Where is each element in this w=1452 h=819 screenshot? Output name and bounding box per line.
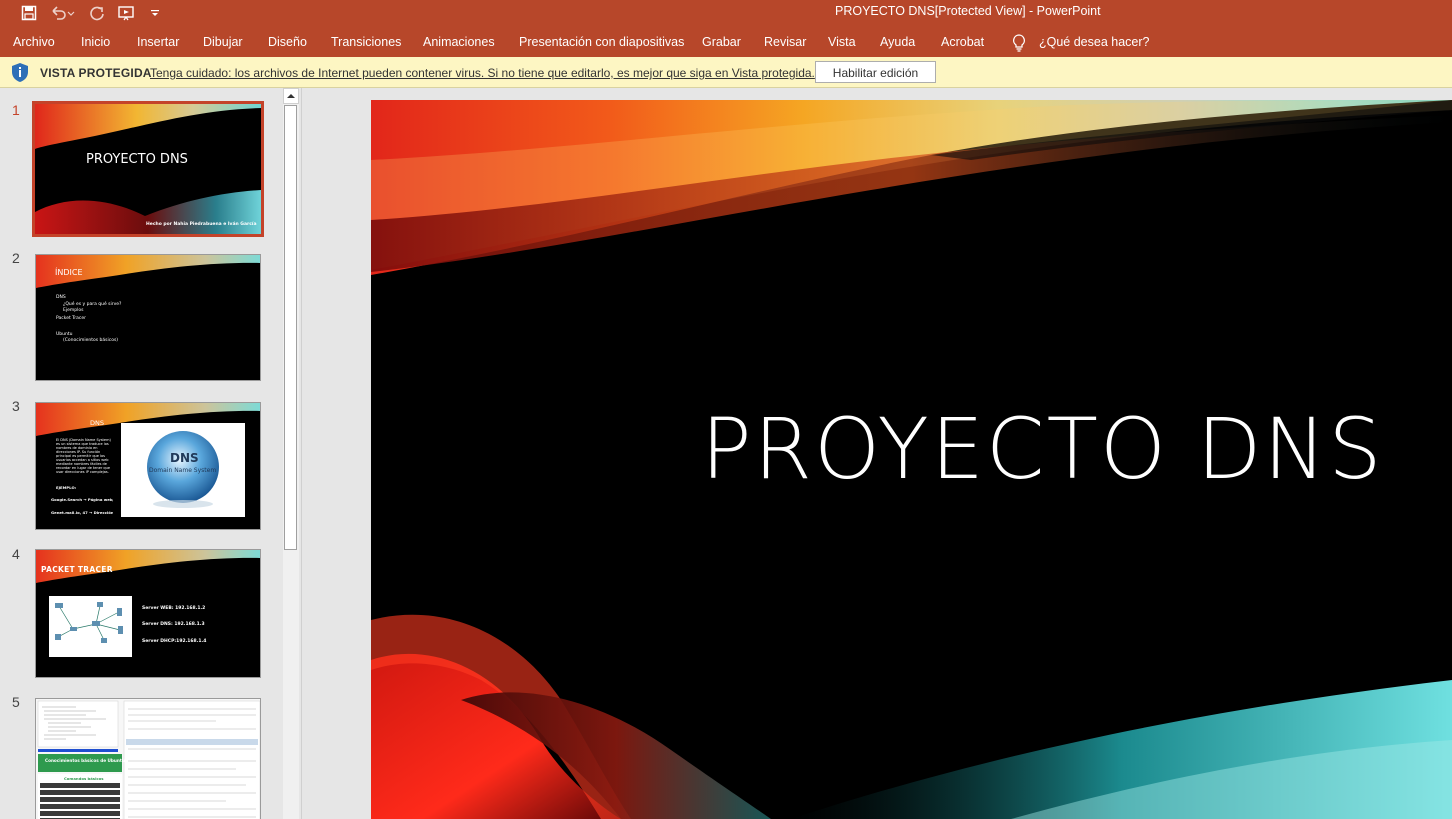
server-label: Server WEB: 192.168.1.2 (142, 606, 206, 611)
slide-thumbnail-3[interactable]: DNS El DNS (Domain Name System) es un si… (35, 402, 261, 530)
shield-icon (10, 62, 30, 83)
dns-image-subtitle: Domain Name System (149, 467, 217, 474)
slide-title: PROYECTO DNS (86, 152, 188, 167)
bullet-item: Ubuntu (56, 332, 73, 337)
slide-body-text: El DNS (Domain Name System) es un sistem… (56, 438, 111, 474)
slide-thumbnail-5[interactable]: Conocimientos básicos de Ubuntu Comandos… (35, 698, 261, 819)
server-label: Server DHCP:192.168.1.4 (142, 639, 207, 644)
slide-heading: Conocimientos básicos de Ubuntu (45, 758, 125, 763)
protected-view-title: VISTA PROTEGIDA (40, 66, 152, 80)
protected-view-message[interactable]: Tenga cuidado: los archivos de Internet … (150, 66, 815, 80)
lightbulb-icon[interactable] (1011, 32, 1027, 54)
scrollbar-thumb[interactable] (284, 105, 297, 550)
slide-example-line: Google.Search → Página web/ IP (51, 497, 113, 502)
title-bar: PROYECTO DNS[Protected View] - PowerPoin… (0, 0, 1452, 28)
bullet-item: Packet Tracer (56, 316, 86, 321)
slide-number: 4 (12, 546, 20, 562)
slide-thumbnail-1[interactable]: PROYECTO DNS Hecho por Nahia Piedrabuena… (32, 101, 264, 237)
slide-example-line: Genet.mail.io, 47 → Dirección IP (51, 510, 113, 515)
tab-insertar[interactable]: Insertar (137, 35, 179, 49)
tab-acrobat[interactable]: Acrobat (941, 35, 984, 49)
scroll-up-icon[interactable] (283, 88, 299, 104)
slide-number: 5 (12, 694, 20, 710)
protected-view-bar: VISTA PROTEGIDA Tenga cuidado: los archi… (0, 57, 1452, 88)
tab-transiciones[interactable]: Transiciones (331, 35, 401, 49)
bullet-item: Ejemplos (63, 308, 84, 313)
tab-vista[interactable]: Vista (828, 35, 856, 49)
save-icon[interactable] (18, 2, 40, 24)
dns-image-title: DNS (170, 451, 199, 465)
undo-icon[interactable] (48, 2, 76, 24)
tab-ayuda[interactable]: Ayuda (880, 35, 915, 49)
main-slide[interactable]: PROYECTO DNS (371, 100, 1452, 819)
slide-title: PACKET TRACER (41, 565, 113, 574)
customize-qat-icon[interactable] (147, 2, 163, 24)
slide-background (35, 104, 261, 234)
start-from-beginning-icon[interactable] (115, 2, 139, 24)
tab-animaciones[interactable]: Animaciones (423, 35, 495, 49)
tab-grabar[interactable]: Grabar (702, 35, 741, 49)
slide-example-label: EJEMPLO: (56, 485, 77, 490)
slide-thumbnail-2[interactable]: ÍNDICE DNS ¿Qué es y para qué sirve? Eje… (35, 254, 261, 381)
slide-title: ÍNDICE (55, 268, 83, 277)
window-title: PROYECTO DNS[Protected View] - PowerPoin… (835, 4, 1101, 18)
tab-archivo[interactable]: Archivo (13, 35, 55, 49)
slide-thumbnail-4[interactable]: PACKET TRACER Server WEB: 192.168.1.2 Se… (35, 549, 261, 678)
bullet-item: (Conocimientos básicos) (63, 338, 119, 343)
tab-dibujar[interactable]: Dibujar (203, 35, 243, 49)
enable-editing-button[interactable]: Habilitar edición (815, 61, 936, 83)
thumbnail-scrollbar[interactable] (283, 88, 299, 819)
tab-diseno[interactable]: Diseño (268, 35, 307, 49)
slide-number: 3 (12, 398, 20, 414)
tab-revisar[interactable]: Revisar (764, 35, 806, 49)
bullet-item: ¿Qué es y para qué sirve? (63, 302, 122, 307)
bullet-item: DNS (56, 295, 66, 300)
tab-inicio[interactable]: Inicio (81, 35, 110, 49)
redo-icon[interactable] (86, 2, 108, 24)
slide-title: DNS (90, 419, 104, 427)
slide-number: 2 (12, 250, 20, 266)
tell-me-search[interactable]: ¿Qué desea hacer? (1039, 35, 1150, 49)
slide-subheading: Comandos básicos (64, 776, 104, 781)
tab-presentacion[interactable]: Presentación con diapositivas (519, 35, 684, 49)
slide-number: 1 (12, 102, 20, 118)
server-label: Server DNS: 192.168.1.3 (142, 622, 205, 627)
slide-thumbnail-pane: 1 PROYECTO DNS Hecho por Nahia Piedrabue… (0, 88, 302, 819)
slide-footer: Hecho por Nahia Piedrabuena e Iván Garcí… (146, 222, 257, 227)
slide-title[interactable]: PROYECTO DNS (701, 400, 1384, 498)
ribbon-tabs: Archivo Inicio Insertar Dibujar Diseño T… (0, 28, 1452, 57)
